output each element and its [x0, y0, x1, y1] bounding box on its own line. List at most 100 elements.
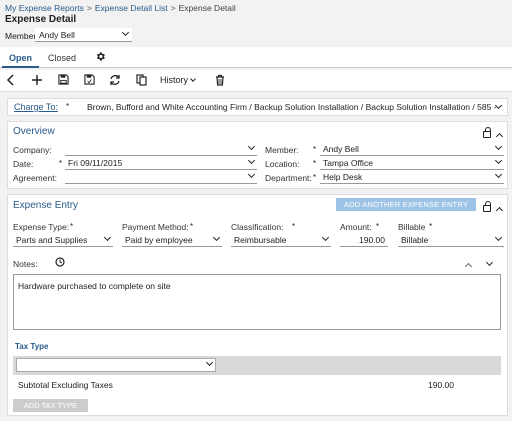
chevron-down-icon — [247, 156, 256, 165]
billable-value: Billable — [401, 235, 429, 245]
payment-method-select[interactable]: Paid by employee — [122, 233, 222, 247]
required-marker: * — [70, 222, 74, 231]
toolbar: History — [0, 70, 512, 92]
chevron-down-icon — [247, 142, 256, 151]
chevron-down-icon — [494, 156, 503, 165]
subtotal-label: Subtotal Excluding Taxes — [18, 380, 113, 390]
required-marker: * — [59, 159, 63, 168]
department-label: Department: — [265, 173, 312, 183]
chevron-down-icon — [494, 142, 503, 151]
chevron-down-icon — [494, 233, 503, 242]
payment-method-label: Payment Method: — [122, 222, 189, 232]
charge-to-field[interactable]: Charge To: * Brown, Bufford and White Ac… — [7, 98, 508, 116]
breadcrumb-separator: > — [170, 3, 176, 13]
overview-panel: Overview Company: Date: * Fri 09/11/2015… — [7, 121, 508, 189]
tax-type-select[interactable] — [16, 358, 216, 372]
breadcrumb-current: Expense Detail — [178, 3, 236, 13]
department-select[interactable]: Help Desk — [320, 170, 504, 184]
chevron-up-icon[interactable] — [464, 261, 473, 271]
breadcrumb-separator: > — [86, 3, 92, 13]
overview-title: Overview — [13, 126, 55, 137]
classification-label: Classification: — [231, 222, 284, 232]
member-select[interactable]: Andy Bell — [320, 142, 504, 156]
expense-entry-panel: Expense Entry ADD ANOTHER EXPENSE ENTRY … — [7, 194, 508, 416]
member-filter-label: Member: — [5, 31, 39, 41]
location-label: Location: — [265, 159, 300, 169]
required-marker: * — [190, 222, 194, 231]
copy-icon[interactable] — [134, 74, 148, 88]
add-icon[interactable] — [30, 74, 44, 88]
member-value: Andy Bell — [323, 144, 359, 154]
classification-select[interactable]: Reimbursable — [231, 233, 331, 247]
add-another-expense-entry-button[interactable]: ADD ANOTHER EXPENSE ENTRY — [336, 198, 476, 211]
charge-to-value: Brown, Bufford and White Accounting Firm… — [87, 102, 497, 112]
company-select[interactable] — [65, 142, 257, 156]
payment-method-value: Paid by employee — [125, 235, 193, 245]
save-icon[interactable] — [56, 74, 70, 88]
required-marker: * — [429, 222, 433, 231]
chevron-down-icon — [247, 170, 256, 179]
add-tax-type-button[interactable]: ADD TAX TYPE — [13, 399, 88, 412]
required-marker: * — [376, 222, 380, 231]
breadcrumb: My Expense Reports > Expense Detail List > E… — [5, 3, 236, 13]
page-title: Expense Detail — [5, 14, 77, 25]
notes-label: Notes: — [13, 259, 38, 269]
location-value: Tampa Office — [323, 158, 373, 168]
tab-open[interactable]: Open — [2, 47, 40, 68]
company-label: Company: — [13, 145, 52, 155]
chevron-down-icon — [103, 233, 112, 242]
refresh-icon[interactable] — [108, 74, 122, 88]
chevron-down-icon — [190, 76, 196, 82]
date-field[interactable]: Fri 09/11/2015 — [65, 156, 257, 170]
subtotal-value: 190.00 — [428, 380, 454, 390]
billable-select[interactable]: Billable — [398, 233, 504, 247]
billable-label: Billable — [398, 222, 426, 232]
back-icon[interactable] — [4, 74, 18, 88]
tax-type-header: Tax Type — [15, 342, 49, 351]
amount-input[interactable]: 190.00 — [340, 234, 388, 247]
history-button[interactable]: History — [160, 75, 196, 85]
tab-closed[interactable]: Closed — [41, 47, 83, 68]
member-label: Member: — [265, 145, 299, 155]
amount-value: 190.00 — [359, 235, 385, 245]
chevron-down-icon — [321, 233, 330, 242]
chevron-down-icon — [205, 358, 214, 367]
tab-settings[interactable] — [89, 47, 112, 68]
delete-icon[interactable] — [213, 74, 227, 88]
save-and-close-icon[interactable] — [82, 74, 96, 88]
required-marker: * — [313, 173, 317, 182]
date-value: Fri 09/11/2015 — [68, 158, 123, 168]
breadcrumb-my-expense-reports[interactable]: My Expense Reports — [5, 3, 84, 13]
charge-to-label[interactable]: Charge To: — [14, 102, 58, 112]
location-select[interactable]: Tampa Office — [320, 156, 504, 170]
tab-bar: Open Closed — [0, 47, 512, 68]
chevron-down-icon — [494, 170, 503, 179]
required-marker: * — [66, 102, 70, 111]
chevron-down-icon[interactable] — [485, 257, 494, 267]
expense-type-select[interactable]: Parts and Supplies — [13, 233, 113, 247]
agreement-label: Agreement: — [13, 173, 57, 183]
history-label: History — [160, 75, 189, 85]
chevron-down-icon — [121, 28, 130, 37]
collapse-icon[interactable] — [495, 131, 504, 141]
department-value: Help Desk — [323, 172, 363, 182]
agreement-select[interactable] — [65, 170, 257, 184]
member-filter-value: Andy Bell — [39, 30, 75, 40]
breadcrumb-expense-detail-list[interactable]: Expense Detail List — [95, 3, 168, 13]
chevron-down-icon — [212, 233, 221, 242]
member-filter-select[interactable]: Andy Bell — [35, 28, 132, 42]
lock-icon[interactable] — [483, 127, 491, 138]
clock-icon[interactable] — [55, 257, 65, 269]
collapse-icon[interactable] — [495, 205, 504, 215]
classification-value: Reimbursable — [234, 235, 287, 245]
date-label: Date: — [13, 159, 34, 169]
required-marker: * — [313, 159, 317, 168]
expense-type-value: Parts and Supplies — [16, 235, 88, 245]
required-marker: * — [313, 145, 317, 154]
expense-entry-title: Expense Entry — [13, 200, 79, 211]
expense-type-label: Expense Type: — [13, 222, 70, 232]
gear-icon — [96, 52, 105, 61]
required-marker: * — [292, 222, 296, 231]
lock-icon[interactable] — [483, 201, 491, 212]
notes-textarea[interactable]: Hardware purchased to complete on site — [13, 274, 501, 330]
